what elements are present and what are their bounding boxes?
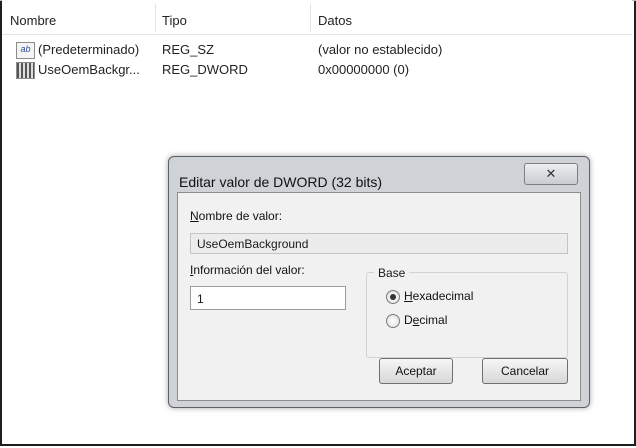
value-name-field: UseOemBackground xyxy=(190,233,568,254)
close-button[interactable]: ✕ xyxy=(524,163,578,185)
cancel-button[interactable]: Cancelar xyxy=(482,358,568,384)
decimal-radio[interactable] xyxy=(386,314,400,328)
value-type: REG_SZ xyxy=(162,42,215,57)
value-data: (valor no establecido) xyxy=(318,42,443,57)
string-value-icon: ab xyxy=(16,42,35,59)
hexadecimal-radio[interactable] xyxy=(386,290,400,304)
column-header-type[interactable]: Tipo xyxy=(162,13,187,28)
list-item[interactable]: ab (Predeterminado) REG_SZ (valor no est… xyxy=(2,40,632,60)
list-header: Nombre Tipo Datos xyxy=(2,0,632,35)
close-icon: ✕ xyxy=(545,166,557,181)
dialog-body: Nombre de valor: UseOemBackground Inform… xyxy=(177,192,581,401)
value-data: 0x00000000 (0) xyxy=(318,62,410,77)
binary-value-icon xyxy=(16,62,35,79)
value-name-label: Nombre de valor: xyxy=(190,209,283,223)
decimal-label[interactable]: Decimal xyxy=(404,313,447,327)
list-item[interactable]: UseOemBackgr... REG_DWORD 0x00000000 (0) xyxy=(2,60,632,80)
value-data-input[interactable]: 1 xyxy=(190,286,346,310)
edit-dword-dialog: Editar valor de DWORD (32 bits) ✕ Nombre… xyxy=(168,156,590,408)
column-divider[interactable] xyxy=(310,4,311,32)
column-header-name[interactable]: Nombre xyxy=(10,13,56,28)
dialog-title: Editar valor de DWORD (32 bits) xyxy=(179,174,383,190)
base-group-label: Base xyxy=(374,266,410,280)
accept-button[interactable]: Aceptar xyxy=(379,358,453,384)
hexadecimal-label[interactable]: Hexadecimal xyxy=(404,289,473,303)
value-name: UseOemBackgr... xyxy=(38,62,140,77)
column-divider[interactable] xyxy=(155,4,156,32)
value-type: REG_DWORD xyxy=(162,62,248,77)
value-name: (Predeterminado) xyxy=(38,42,140,57)
column-header-data[interactable]: Datos xyxy=(318,13,352,28)
value-data-label: Información del valor: xyxy=(190,263,305,277)
